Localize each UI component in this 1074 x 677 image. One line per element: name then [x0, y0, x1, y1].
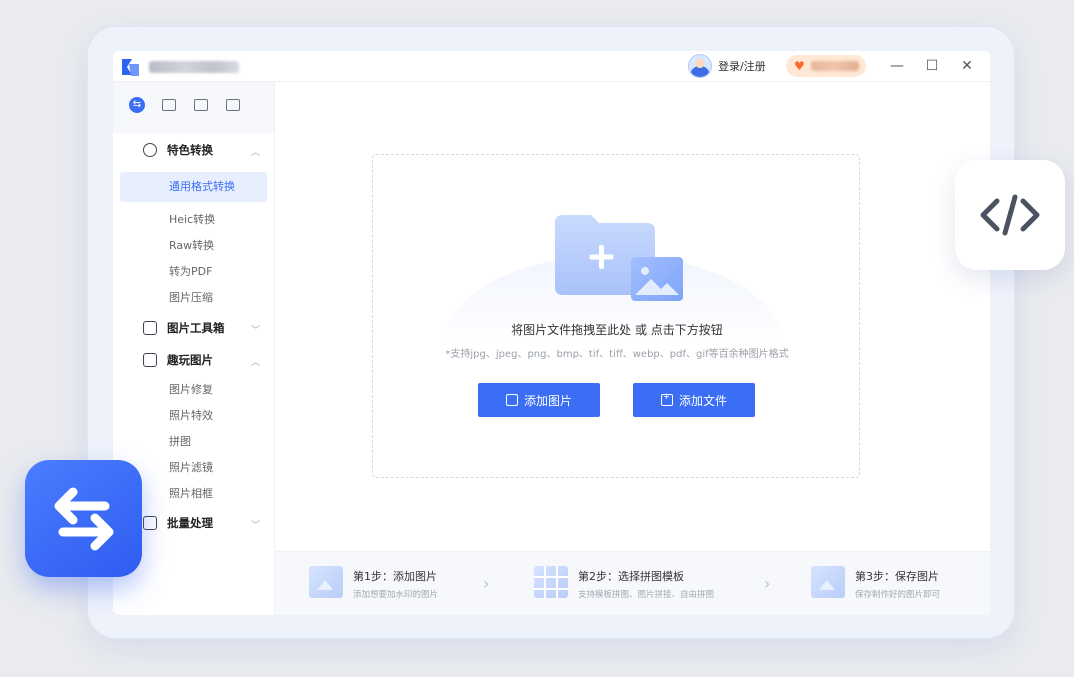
save-image-step-icon [811, 566, 845, 598]
chevron-down-icon[interactable]: ﹀ [251, 518, 260, 531]
group-label: 图片工具箱 [167, 321, 225, 335]
maximize-button[interactable]: ☐ [921, 56, 943, 76]
sidebar-item-repair[interactable]: 图片修复 [169, 381, 213, 399]
drop-hint: *支持jpg、jpeg、png、bmp、tif、tiff、webp、pdf、gi… [445, 349, 789, 360]
add-image-label: 添加图片 [523, 393, 572, 408]
app-name-blurred [149, 61, 239, 73]
step-desc: 添加想要加水印的图片 [353, 590, 439, 600]
tab-batch[interactable] [223, 95, 243, 115]
chevron-up-icon[interactable]: ︿ [251, 145, 260, 158]
swap-arrows-icon [54, 487, 113, 550]
steps-bar: 第1步：添加图片 添加想要加水印的图片 › 第2步：选择拼图模板 支持模板拼图、… [275, 551, 990, 615]
batch-icon [143, 516, 157, 530]
step-title: 第2步：选择拼图模板 [578, 570, 684, 583]
login-register-button[interactable]: 登录/注册 [688, 54, 766, 78]
step-2: 第2步：选择拼图模板 支持模板拼图、图片拼接、自由拼图 [534, 566, 714, 600]
step-desc: 支持模板拼图、图片拼接、自由拼图 [578, 590, 715, 600]
sidebar-item-effects[interactable]: 照片特效 [169, 407, 213, 425]
toolbox-icon [143, 321, 157, 335]
code-card [955, 160, 1065, 270]
main-panel: 将图片文件拖拽至此处 或 点击下方按钮 *支持jpg、jpeg、png、bmp、… [275, 82, 990, 615]
app-window: 登录/注册 ♥ — ☐ ✕ 特色转换 ︿ 通用格式转换 Heic转换 Raw转换… [113, 51, 990, 615]
chevron-down-icon[interactable]: ﹀ [251, 323, 260, 336]
group-label: 特色转换 [167, 143, 213, 157]
app-logo-icon [122, 59, 139, 76]
template-step-icon [534, 566, 568, 598]
add-file-icon [660, 391, 673, 406]
group-batch[interactable]: 批量处理 [143, 513, 213, 533]
sidebar-item-heic[interactable]: Heic转换 [169, 211, 215, 229]
image-icon [194, 99, 208, 111]
group-fun-image[interactable]: 趣玩图片 [143, 350, 213, 370]
step-title: 第3步：保存图片 [855, 570, 939, 583]
group-label: 批量处理 [167, 516, 213, 530]
batch-icon [226, 99, 240, 111]
add-file-button[interactable]: 添加文件 [633, 383, 755, 417]
group-special-convert[interactable]: 特色转换 [143, 140, 213, 160]
tab-convert[interactable] [127, 95, 147, 115]
tab-image[interactable] [191, 95, 211, 115]
step-3: 第3步：保存图片 保存制作好的图片即可 [811, 566, 940, 600]
group-label: 趣玩图片 [167, 353, 213, 367]
vip-gem-icon: ♥ [794, 59, 805, 73]
toolbox-icon [162, 99, 176, 111]
convert-icon [143, 143, 157, 157]
add-image-step-icon [309, 566, 343, 598]
step-1: 第1步：添加图片 添加想要加水印的图片 [309, 566, 438, 600]
convert-icon [129, 97, 145, 113]
chevron-right-icon: › [764, 574, 771, 593]
vip-label-blurred [810, 61, 859, 71]
chevron-up-icon[interactable]: ︿ [251, 355, 260, 368]
image-icon [505, 394, 518, 406]
group-image-toolbox[interactable]: 图片工具箱 [143, 318, 225, 338]
vip-badge[interactable]: ♥ [786, 55, 866, 77]
sidebar-item-compress[interactable]: 图片压缩 [169, 289, 213, 307]
step-desc: 保存制作好的图片即可 [855, 590, 941, 600]
sidebar-item-frames[interactable]: 照片相框 [169, 485, 213, 503]
tab-toolbox[interactable] [159, 95, 179, 115]
title-bar: 登录/注册 ♥ — ☐ ✕ [113, 51, 990, 82]
login-register-label: 登录/注册 [718, 60, 766, 73]
add-file-label: 添加文件 [678, 393, 727, 408]
step-title: 第1步：添加图片 [353, 570, 437, 583]
code-icon [980, 194, 1040, 236]
drop-zone[interactable]: 将图片文件拖拽至此处 或 点击下方按钮 *支持jpg、jpeg、png、bmp、… [372, 154, 860, 478]
sidebar-item-to-pdf[interactable]: 转为PDF [169, 263, 212, 281]
sidebar-tabs [127, 95, 243, 115]
image-icon [143, 353, 157, 367]
avatar-icon [688, 54, 712, 78]
sidebar-item-general-format[interactable]: 通用格式转换 [120, 172, 267, 202]
sidebar-item-raw[interactable]: Raw转换 [169, 237, 214, 255]
folder-image-icon [555, 215, 683, 301]
chevron-right-icon: › [483, 574, 490, 593]
drop-title: 将图片文件拖拽至此处 或 点击下方按钮 [511, 323, 723, 337]
sidebar-item-collage[interactable]: 拼图 [169, 433, 191, 451]
minimize-button[interactable]: — [886, 56, 908, 76]
add-image-button[interactable]: 添加图片 [478, 383, 600, 417]
sidebar-item-filters[interactable]: 照片滤镜 [169, 459, 213, 477]
close-button[interactable]: ✕ [956, 56, 978, 76]
swap-card [25, 460, 142, 577]
